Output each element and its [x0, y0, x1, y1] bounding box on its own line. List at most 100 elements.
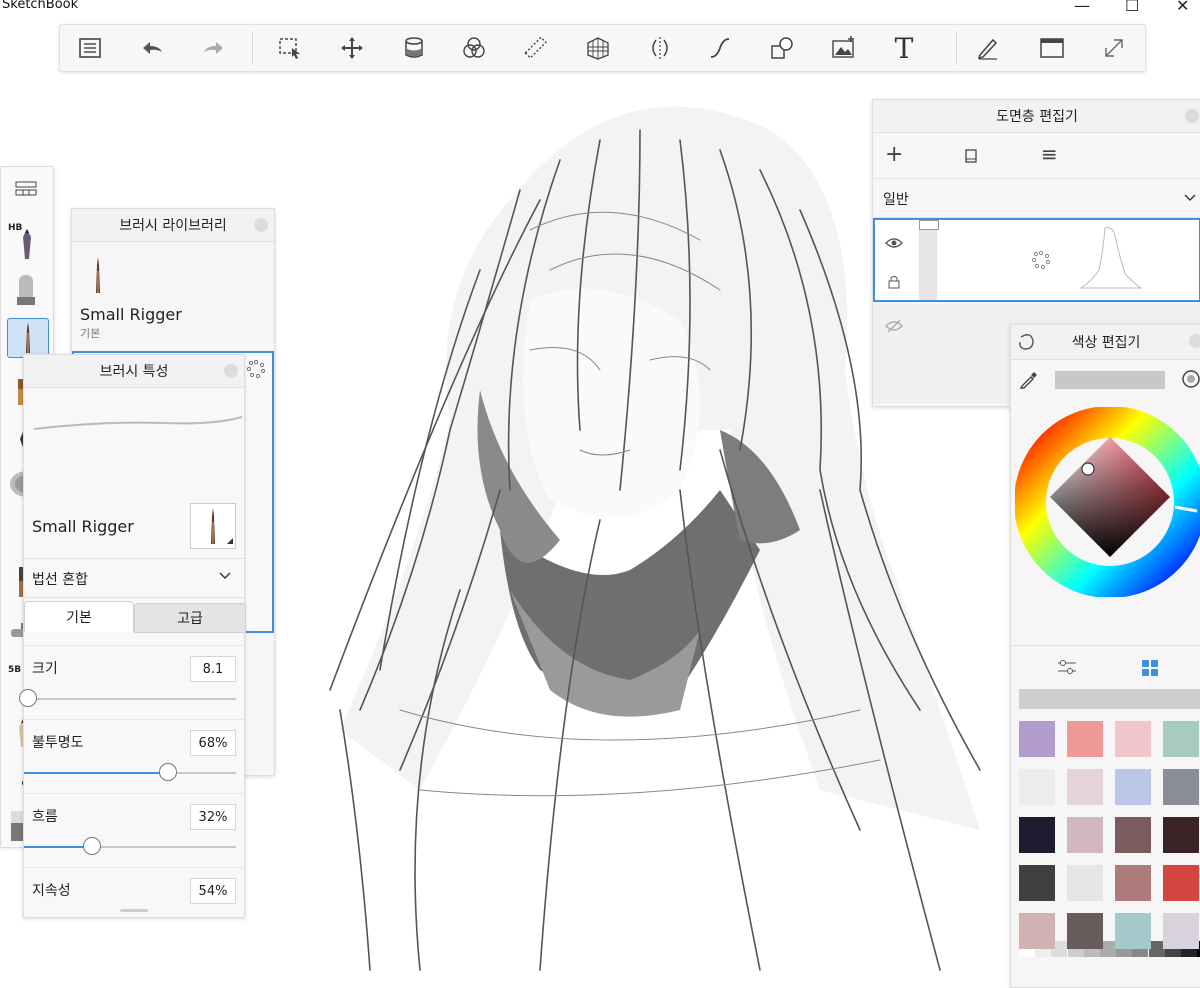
color-swatch[interactable]	[1163, 769, 1199, 805]
chevron-down-icon	[218, 567, 232, 586]
brush-properties-name: Small Rigger	[32, 517, 134, 536]
color-swatch[interactable]	[1019, 913, 1055, 949]
tab-advanced[interactable]: 고급	[134, 603, 246, 633]
resize-handle[interactable]	[120, 909, 148, 912]
color-swatch[interactable]	[1019, 817, 1055, 853]
layer-menu-button[interactable]: ≡	[1041, 142, 1058, 166]
color-swatch[interactable]	[1019, 721, 1055, 757]
color-swatch[interactable]	[1115, 817, 1151, 853]
divider	[1011, 645, 1200, 646]
pen-settings-icon[interactable]	[972, 33, 1004, 63]
persistence-value-input[interactable]: 54%	[190, 878, 236, 904]
redo-icon[interactable]	[198, 33, 230, 63]
brush-library-header: 브러시 라이브러리	[72, 209, 274, 242]
prop-label-persistence: 지속성	[32, 883, 71, 899]
brush-thumbnail-button[interactable]	[190, 503, 236, 549]
reset-color-icon[interactable]	[1017, 333, 1035, 355]
main-toolbar: T	[59, 24, 1146, 72]
fullscreen-frame-icon[interactable]	[1036, 33, 1068, 63]
opacity-slider[interactable]	[24, 763, 236, 781]
opacity-value-input[interactable]: 68%	[190, 730, 236, 756]
color-swatch[interactable]	[1067, 769, 1103, 805]
color-editor-header: 색상 편집기	[1011, 325, 1200, 360]
color-swatch[interactable]	[1019, 865, 1055, 901]
eye-icon[interactable]	[885, 234, 903, 253]
eyedropper-icon[interactable]	[1019, 369, 1039, 393]
color-swatch[interactable]	[1067, 865, 1103, 901]
size-value-input[interactable]: 8.1	[190, 656, 236, 682]
flow-slider-knob[interactable]	[82, 837, 101, 855]
layer-editor-header: 도면층 편집기	[873, 100, 1200, 133]
color-puck-icon[interactable]	[1181, 369, 1200, 393]
loading-icon	[1031, 250, 1051, 274]
shapes-icon[interactable]	[766, 33, 798, 63]
color-editor-close-icon[interactable]	[1189, 334, 1200, 348]
flow-slider[interactable]	[24, 837, 236, 855]
chevron-down-icon	[1183, 189, 1197, 208]
prop-label-flow: 흐름	[32, 809, 58, 825]
swatch-grid-icon[interactable]	[1141, 659, 1159, 681]
add-layer-button[interactable]: +	[885, 142, 903, 167]
color-swatch[interactable]	[1067, 913, 1103, 949]
brush-library-close-icon[interactable]	[254, 218, 268, 232]
brush-properties-close-icon[interactable]	[224, 364, 238, 378]
select-icon[interactable]	[274, 33, 306, 63]
sliders-icon[interactable]	[1057, 659, 1077, 679]
close-button[interactable]: ✕	[1176, 0, 1189, 15]
title-bar: SketchBook — ☐ ✕	[0, 0, 1200, 15]
color-swatch[interactable]	[1115, 769, 1151, 805]
prop-label-size: 크기	[32, 661, 58, 677]
prop-row-flow: 흐름 32%	[24, 793, 244, 866]
palette-grid-icon[interactable]	[15, 181, 37, 201]
color-wheel[interactable]	[1015, 407, 1200, 597]
blend-mode-dropdown[interactable]: 법선 혼합	[24, 558, 244, 598]
text-icon[interactable]: T	[888, 32, 920, 65]
undo-icon[interactable]	[136, 33, 168, 63]
color-swatch[interactable]	[1115, 913, 1151, 949]
image-import-icon[interactable]	[828, 33, 860, 63]
swatch-set-bar[interactable]	[1019, 689, 1200, 709]
small-rigger-brush[interactable]	[7, 318, 49, 358]
layer-row-active[interactable]	[873, 218, 1200, 302]
layer-blend-dropdown[interactable]: 일반	[873, 178, 1200, 218]
tab-basic[interactable]: 기본	[24, 601, 134, 632]
color-swatch[interactable]	[1163, 913, 1199, 949]
brush-library-title: 브러시 라이브러리	[119, 218, 227, 234]
ruler-icon[interactable]	[520, 33, 552, 63]
transform-icon[interactable]	[336, 33, 368, 63]
app-title: SketchBook	[2, 0, 79, 12]
opacity-slider-knob[interactable]	[159, 763, 178, 781]
brush-preview-icon	[88, 255, 108, 299]
loading-icon	[246, 359, 266, 383]
lock-icon[interactable]	[887, 274, 901, 293]
size-slider-knob[interactable]	[19, 689, 38, 707]
color-blend-icon[interactable]	[458, 33, 490, 63]
color-swatch[interactable]	[1163, 865, 1199, 901]
save-layer-icon[interactable]	[963, 148, 979, 168]
brush-properties-title: 브러시 특성	[99, 364, 169, 380]
expand-icon[interactable]	[1098, 33, 1130, 63]
flow-value-input[interactable]: 32%	[190, 804, 236, 830]
list-icon[interactable]	[74, 33, 106, 63]
color-swatch[interactable]	[1115, 865, 1151, 901]
eye-hidden-icon[interactable]	[885, 318, 903, 337]
color-swatch[interactable]	[1019, 769, 1055, 805]
airbrush-brush[interactable]	[7, 271, 47, 309]
symmetry-icon[interactable]	[644, 33, 676, 63]
pencil-hb-brush[interactable]	[7, 225, 47, 263]
fill-bucket-icon[interactable]	[398, 33, 430, 63]
curve-icon[interactable]	[704, 33, 736, 63]
current-color-swatch[interactable]	[1055, 371, 1165, 389]
brush-library-category: 기본	[80, 327, 101, 340]
color-swatch[interactable]	[1115, 721, 1151, 757]
perspective-icon[interactable]	[582, 33, 614, 63]
maximize-button[interactable]: ☐	[1125, 0, 1139, 15]
color-swatch[interactable]	[1163, 817, 1199, 853]
color-swatch[interactable]	[1067, 817, 1103, 853]
minimize-button[interactable]: —	[1074, 0, 1090, 15]
layer-opacity-bar[interactable]	[919, 220, 939, 300]
color-swatch[interactable]	[1067, 721, 1103, 757]
color-swatch[interactable]	[1163, 721, 1199, 757]
size-slider[interactable]	[19, 689, 236, 707]
layer-editor-close-icon[interactable]	[1185, 109, 1199, 123]
